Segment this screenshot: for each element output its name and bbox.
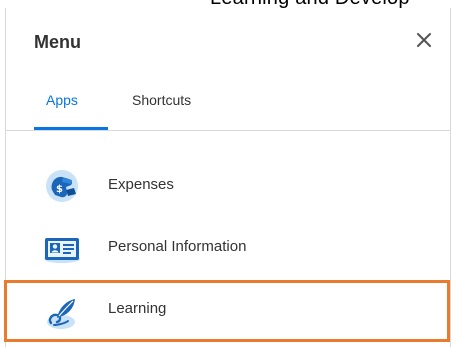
- app-label-learning: Learning: [108, 300, 167, 317]
- personal-information-icon: [42, 230, 82, 266]
- menu-panel: Menu Apps Shortcuts $ Expenses Personal …: [4, 8, 451, 347]
- menu-header: Menu: [6, 8, 450, 68]
- tab-apps[interactable]: Apps: [46, 92, 78, 108]
- svg-text:$: $: [56, 184, 63, 195]
- expenses-icon: $: [42, 168, 82, 204]
- screenshot-frame: Learning and Develop Menu Apps Shortcuts: [0, 0, 456, 347]
- app-label-personal-information: Personal Information: [108, 238, 247, 255]
- tab-shortcuts[interactable]: Shortcuts: [132, 92, 191, 108]
- menu-tabs: Apps Shortcuts: [6, 86, 450, 131]
- close-icon-graphic: [417, 33, 431, 47]
- cropped-top-text: Learning and Develop: [0, 0, 456, 8]
- app-label-expenses: Expenses: [108, 176, 174, 193]
- active-tab-indicator: [34, 127, 108, 130]
- cropped-text-fragment: Learning and Develop: [210, 0, 410, 8]
- menu-title: Menu: [34, 32, 81, 52]
- learning-icon: [42, 292, 82, 329]
- app-item-personal-information[interactable]: Personal Information: [6, 218, 450, 278]
- close-icon[interactable]: [414, 30, 434, 50]
- app-item-learning[interactable]: Learning: [6, 280, 450, 342]
- app-item-expenses[interactable]: $ Expenses: [6, 156, 450, 216]
